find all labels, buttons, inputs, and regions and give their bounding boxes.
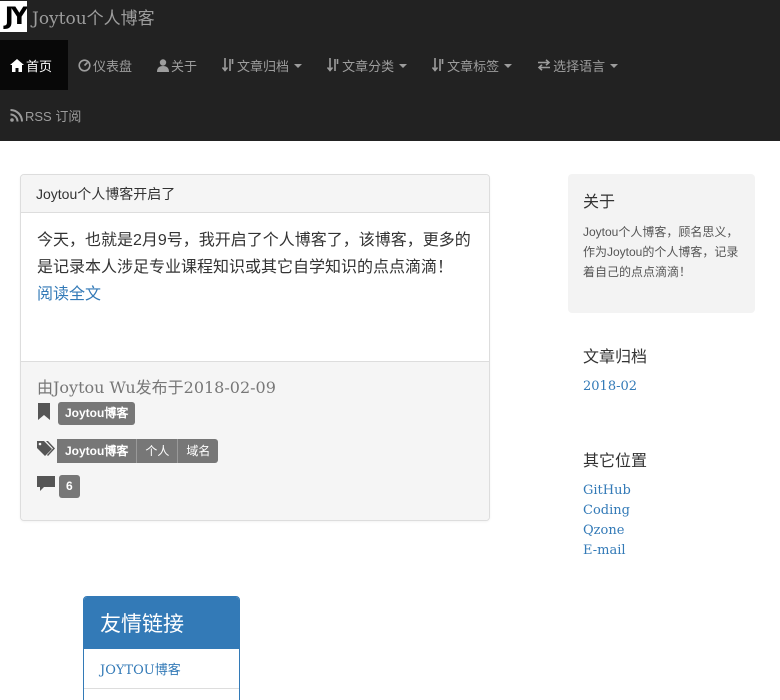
sort-icon <box>432 58 447 72</box>
tag-badge[interactable]: 域名 <box>178 439 219 463</box>
brand-logo: JY <box>0 0 27 32</box>
chevron-down-icon <box>610 64 619 68</box>
navbar: JY Joytou个人博客 首页 仪表盘 关于 文章归档 文章分类 文章标签 选… <box>0 0 780 141</box>
nav-item-about-label: 关于 <box>171 58 198 74</box>
chevron-down-icon <box>399 64 408 68</box>
comment-count-badge[interactable]: 6 <box>59 475 80 498</box>
friend-link[interactable]: JOYTOU博客 <box>84 649 239 689</box>
category-badge[interactable]: Joytou博客 <box>58 402 136 425</box>
sort-icon <box>327 58 342 72</box>
rss-icon <box>10 108 25 122</box>
tags-icon <box>37 440 55 462</box>
post-footer: 由Joytou Wu发布于2018-02-09 Joytou博客 Joytou博… <box>21 362 489 520</box>
post-excerpt: 今天，也就是2月9号，我开启了个人博客了，该博客，更多的是记录本人涉足专业课程知… <box>37 232 471 276</box>
nav-item-tags-label: 文章标签 <box>447 58 500 74</box>
post-tags-row: Joytou博客 个人 域名 <box>37 439 219 463</box>
dashboard-icon <box>78 58 93 72</box>
sidebar-about-text: Joytou个人博客，顾名思义，作为Joytou的个人博客，记录着自己的点点滴滴… <box>583 225 739 279</box>
nav-item-home-label: 首页 <box>26 58 53 74</box>
github-link[interactable]: GitHub <box>583 481 753 501</box>
nav-item-category[interactable]: 文章分类 <box>317 40 422 90</box>
nav-item-rss-label: RSS 订阅 <box>25 108 82 124</box>
nav-item-language[interactable]: 选择语言 <box>527 40 633 90</box>
read-more-link[interactable]: 阅读全文 <box>37 281 473 308</box>
user-icon <box>157 58 171 72</box>
nav-item-rss[interactable]: RSS 订阅 <box>0 90 96 140</box>
sidebar-about: 关于 Joytou个人博客，顾名思义，作为Joytou的个人博客，记录着自己的点… <box>568 174 755 313</box>
friends-heading: 友情链接 <box>84 597 239 649</box>
post-byline: 由Joytou Wu发布于2018-02-09 <box>37 378 276 397</box>
sidebar-archive-heading: 文章归档 <box>583 349 648 366</box>
chevron-down-icon <box>294 64 303 68</box>
coding-link[interactable]: Coding <box>583 501 753 521</box>
qzone-link[interactable]: Qzone <box>583 521 753 541</box>
email-link[interactable]: E-mail <box>583 541 753 561</box>
nav-item-tags[interactable]: 文章标签 <box>422 40 527 90</box>
post-title[interactable]: Joytou个人博客开启了 <box>36 184 175 204</box>
archive-link[interactable]: 2018-02 <box>583 377 753 397</box>
sidebar-about-heading: 关于 <box>583 194 616 211</box>
tag-badge[interactable]: 个人 <box>137 439 179 463</box>
comment-icon <box>37 476 55 497</box>
post-body: 今天，也就是2月9号，我开启了个人博客了，该博客，更多的是记录本人涉足专业课程知… <box>21 213 489 362</box>
tag-badge[interactable]: Joytou博客 <box>57 439 138 463</box>
nav-item-language-label: 选择语言 <box>553 58 606 74</box>
nav-primary: 首页 仪表盘 关于 文章归档 文章分类 文章标签 选择语言 <box>0 40 633 90</box>
sidebar-elsewhere-heading: 其它位置 <box>583 453 648 470</box>
transfer-icon <box>537 59 553 71</box>
post-header: Joytou个人博客开启了 <box>21 175 489 213</box>
post-panel: Joytou个人博客开启了 今天，也就是2月9号，我开启了个人博客了，该博客，更… <box>20 174 490 521</box>
nav-item-about[interactable]: 关于 <box>147 40 212 90</box>
nav-secondary: RSS 订阅 <box>0 90 96 140</box>
nav-item-dashboard-label: 仪表盘 <box>93 58 133 74</box>
sort-icon <box>222 58 237 72</box>
chevron-down-icon <box>504 64 513 68</box>
bookmark-icon <box>37 402 51 425</box>
nav-item-dashboard[interactable]: 仪表盘 <box>68 40 147 90</box>
nav-item-home[interactable]: 首页 <box>0 40 69 90</box>
sidebar-elsewhere: 其它位置 GitHub Coding Qzone E-mail <box>583 447 753 561</box>
friends-panel: 友情链接 JOYTOU博客 <box>83 596 240 700</box>
sidebar-archive: 文章归档 2018-02 <box>583 343 753 397</box>
nav-item-category-label: 文章分类 <box>342 58 395 74</box>
post-comments-row: 6 <box>37 475 80 498</box>
post-category-row: Joytou博客 <box>37 402 136 425</box>
nav-item-archive[interactable]: 文章归档 <box>212 40 317 90</box>
brand[interactable]: JY Joytou个人博客 <box>0 0 155 32</box>
brand-title[interactable]: Joytou个人博客 <box>32 4 155 29</box>
nav-item-archive-label: 文章归档 <box>237 58 290 74</box>
home-icon <box>10 58 26 72</box>
